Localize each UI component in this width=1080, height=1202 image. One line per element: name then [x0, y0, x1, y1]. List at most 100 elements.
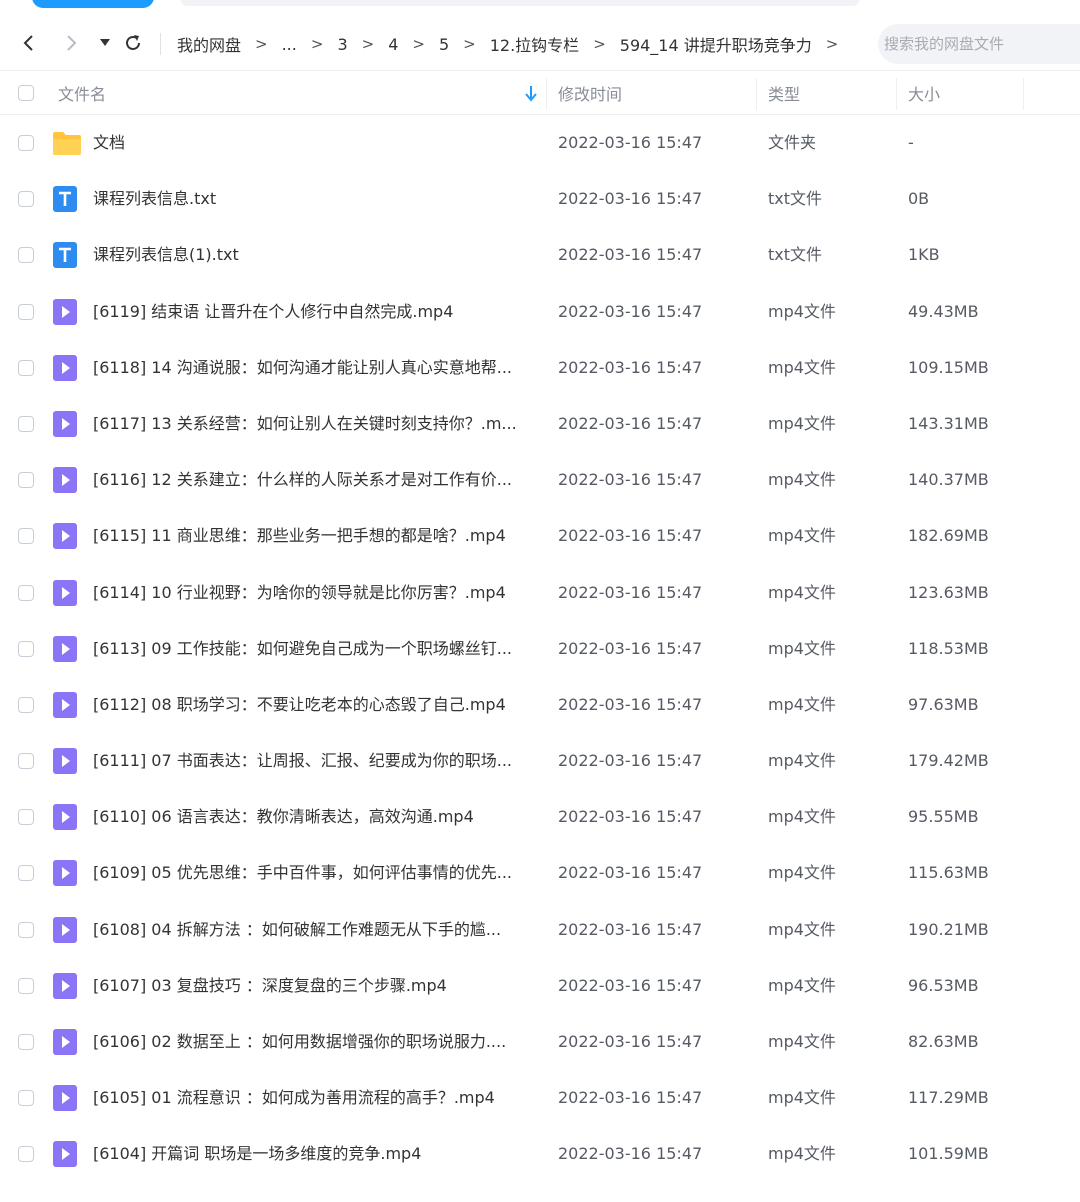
table-row[interactable]: [6119] 结束语 让晋升在个人修行中自然完成.mp4 2022-03-16 1… [0, 284, 1080, 340]
file-name[interactable]: [6118] 14 沟通说服：如何沟通才能让别人真心实意地帮... [93, 340, 538, 396]
file-name[interactable]: [6110] 06 语言表达：教你清晰表达，高效沟通.mp4 [93, 789, 538, 845]
table-row[interactable]: [6114] 10 行业视野：为啥你的领导就是比你厉害？.mp4 2022-03-… [0, 565, 1080, 621]
row-checkbox[interactable] [18, 472, 34, 489]
row-checkbox[interactable] [18, 303, 34, 320]
file-type: mp4文件 [768, 301, 836, 321]
select-all-checkbox[interactable] [18, 85, 34, 101]
history-dropdown-button[interactable] [92, 30, 118, 56]
file-name[interactable]: [6108] 04 拆解方法 ：如何破解工作难题无从下手的尴... [93, 902, 538, 958]
file-name[interactable]: [6106] 02 数据至上 ：如何用数据增强你的职场说服力.... [93, 1014, 538, 1070]
video-file-icon [52, 747, 78, 775]
column-header-modified[interactable]: 修改时间 [558, 72, 622, 114]
back-button[interactable] [16, 30, 42, 56]
row-checkbox[interactable] [18, 1090, 34, 1107]
forward-button[interactable] [58, 30, 84, 56]
file-name[interactable]: [6109] 05 优先思维：手中百件事，如何评估事情的优先... [93, 845, 538, 901]
breadcrumb-item[interactable]: 3 [328, 35, 356, 54]
row-checkbox[interactable] [18, 1034, 34, 1050]
row-checkbox[interactable] [18, 584, 34, 601]
file-size: 182.69MB [908, 526, 989, 546]
column-divider[interactable] [1023, 78, 1024, 110]
row-checkbox[interactable] [18, 696, 34, 713]
file-name[interactable]: [6112] 08 职场学习：不要让吃老本的心态毁了自己.mp4 [93, 677, 538, 733]
file-modified-time: 2022-03-16 15:47 [558, 1144, 703, 1164]
table-row[interactable]: [6116] 12 关系建立：什么样的人际关系才是对工作有价... 2022-03… [0, 452, 1080, 508]
breadcrumb-item[interactable]: 我的网盘 [168, 32, 250, 56]
file-size: 123.63MB [908, 582, 989, 602]
file-name[interactable]: 文档 [93, 115, 538, 171]
row-checkbox[interactable] [18, 921, 34, 938]
file-modified-time: 2022-03-16 15:47 [558, 975, 703, 995]
file-modified-time: 2022-03-16 15:47 [558, 470, 703, 490]
table-row[interactable]: [6106] 02 数据至上 ：如何用数据增强你的职场说服力.... 2022-0… [0, 1014, 1080, 1070]
search-input[interactable] [878, 24, 1080, 64]
table-row[interactable]: [6118] 14 沟通说服：如何沟通才能让别人真心实意地帮... 2022-03… [0, 340, 1080, 396]
breadcrumb-item[interactable]: 594_14 讲提升职场竞争力 [611, 32, 821, 56]
breadcrumb-item[interactable]: 4 [379, 35, 407, 54]
row-checkbox[interactable] [18, 359, 34, 376]
column-header-name[interactable]: 文件名 [58, 72, 106, 114]
file-name[interactable]: [6115] 11 商业思维：那些业务一把手想的都是啥？.mp4 [93, 508, 538, 564]
row-checkbox[interactable] [18, 528, 34, 545]
file-name[interactable]: [6117] 13 关系经营：如何让别人在关键时刻支持你？.m... [93, 396, 538, 452]
refresh-button[interactable] [120, 30, 146, 56]
row-checkbox[interactable] [18, 977, 34, 994]
breadcrumb-item[interactable]: 5 [430, 35, 458, 54]
file-name[interactable]: [6105] 01 流程意识 ：如何成为善用流程的高手？.mp4 [93, 1070, 538, 1126]
file-name[interactable]: [6113] 09 工作技能：如何避免自己成为一个职场螺丝钉... [93, 621, 538, 677]
breadcrumb-separator: > [463, 35, 476, 53]
video-file-icon [52, 635, 78, 663]
file-modified-time: 2022-03-16 15:47 [558, 582, 703, 602]
row-checkbox[interactable] [18, 865, 34, 882]
table-row[interactable]: [6107] 03 复盘技巧 ：深度复盘的三个步骤.mp4 2022-03-16 … [0, 958, 1080, 1014]
table-row[interactable]: [6111] 07 书面表达：让周报、汇报、纪要成为你的职场... 2022-03… [0, 733, 1080, 789]
column-header-type[interactable]: 类型 [768, 72, 800, 114]
column-divider[interactable] [546, 78, 547, 110]
file-name[interactable]: [6116] 12 关系建立：什么样的人际关系才是对工作有价... [93, 452, 538, 508]
file-type: txt文件 [768, 245, 823, 265]
file-name[interactable]: [6114] 10 行业视野：为啥你的领导就是比你厉害？.mp4 [93, 565, 538, 621]
sort-down-icon[interactable] [524, 84, 538, 102]
file-modified-time: 2022-03-16 15:47 [558, 1032, 703, 1051]
file-modified-time: 2022-03-16 15:47 [558, 413, 703, 433]
row-checkbox[interactable] [18, 135, 34, 151]
upload-button-partial[interactable] [32, 0, 154, 8]
breadcrumb-item[interactable]: ... [273, 35, 306, 54]
file-size: 190.21MB [908, 919, 989, 939]
breadcrumb-item[interactable]: 12.拉钩专栏 [481, 32, 588, 56]
table-row[interactable]: [6105] 01 流程意识 ：如何成为善用流程的高手？.mp4 2022-03-… [0, 1070, 1080, 1126]
row-checkbox[interactable] [18, 1146, 34, 1163]
column-divider[interactable] [896, 78, 897, 110]
row-checkbox[interactable] [18, 247, 34, 264]
table-row[interactable]: [6108] 04 拆解方法 ：如何破解工作难题无从下手的尴... 2022-03… [0, 902, 1080, 958]
file-name[interactable]: [6119] 结束语 让晋升在个人修行中自然完成.mp4 [93, 284, 538, 340]
table-row[interactable]: [6117] 13 关系经营：如何让别人在关键时刻支持你？.m... 2022-0… [0, 396, 1080, 452]
table-row[interactable]: [6113] 09 工作技能：如何避免自己成为一个职场螺丝钉... 2022-03… [0, 621, 1080, 677]
video-file-icon [52, 1140, 78, 1168]
table-row[interactable]: [6115] 11 商业思维：那些业务一把手想的都是啥？.mp4 2022-03-… [0, 508, 1080, 564]
row-checkbox[interactable] [18, 415, 34, 432]
file-name[interactable]: [6111] 07 书面表达：让周报、汇报、纪要成为你的职场... [93, 733, 538, 789]
row-checkbox[interactable] [18, 191, 34, 208]
table-row[interactable]: [6110] 06 语言表达：教你清晰表达，高效沟通.mp4 2022-03-16… [0, 789, 1080, 845]
file-type: mp4文件 [768, 919, 836, 939]
file-type: mp4文件 [768, 582, 836, 602]
table-row[interactable]: 文档 2022-03-16 15:47 文件夹 - [0, 115, 1080, 171]
table-row[interactable]: [6104] 开篇词 职场是一场多维度的竞争.mp4 2022-03-16 15:… [0, 1126, 1080, 1182]
chevron-right-icon [67, 35, 77, 51]
column-header-size[interactable]: 大小 [908, 72, 940, 114]
file-name[interactable]: 课程列表信息.txt [93, 171, 538, 227]
column-divider[interactable] [756, 78, 757, 110]
table-header: 文件名 修改时间 类型 大小 [0, 72, 1080, 115]
table-row[interactable]: 课程列表信息.txt 2022-03-16 15:47 txt文件 0B [0, 171, 1080, 227]
table-row[interactable]: [6112] 08 职场学习：不要让吃老本的心态毁了自己.mp4 2022-03-… [0, 677, 1080, 733]
file-name[interactable]: [6104] 开篇词 职场是一场多维度的竞争.mp4 [93, 1126, 538, 1182]
file-name[interactable]: 课程列表信息(1).txt [93, 227, 538, 283]
row-checkbox[interactable] [18, 809, 34, 826]
file-name[interactable]: [6107] 03 复盘技巧 ：深度复盘的三个步骤.mp4 [93, 958, 538, 1014]
refresh-icon [126, 35, 140, 50]
row-checkbox[interactable] [18, 640, 34, 657]
table-row[interactable]: [6109] 05 优先思维：手中百件事，如何评估事情的优先... 2022-03… [0, 845, 1080, 901]
table-row[interactable]: 课程列表信息(1).txt 2022-03-16 15:47 txt文件 1KB [0, 227, 1080, 283]
row-checkbox[interactable] [18, 753, 34, 770]
